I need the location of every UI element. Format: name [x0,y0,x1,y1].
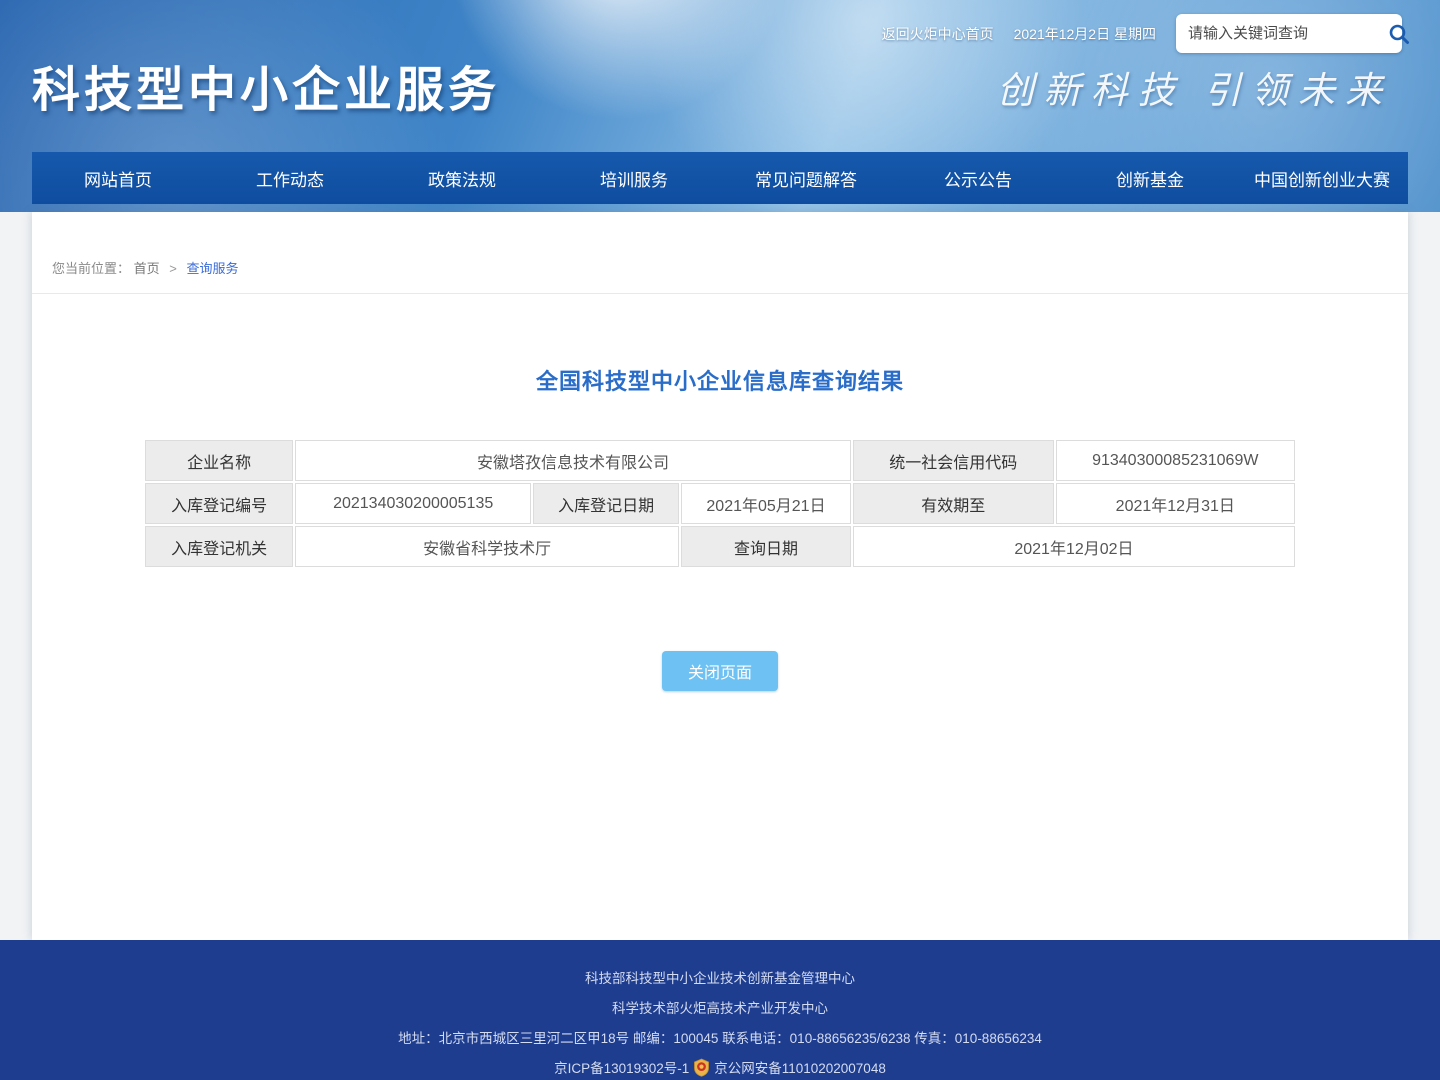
topbar: 返回火炬中心首页 2021年12月2日 星期四 [882,14,1402,53]
table-row: 企业名称安徽塔孜信息技术有限公司统一社会信用代码9134030008523106… [145,440,1295,481]
current-date: 2021年12月2日 星期四 [1014,24,1156,44]
site-title: 科技型中小企业服务 [32,50,500,120]
field-label: 入库登记机关 [145,526,293,567]
search-button[interactable] [1387,19,1411,49]
field-label: 查询日期 [681,526,851,567]
header-banner: 科技型中小企业服务 创新科技 引领未来 返回火炬中心首页 2021年12月2日 … [0,0,1440,212]
field-label: 入库登记日期 [533,483,679,524]
police-badge-icon [693,1058,710,1077]
breadcrumb: 您当前位置： 首页 > 查询服务 [32,212,1408,294]
footer-address-line: 地址：北京市西城区三里河二区甲18号 邮编：100045 联系电话：010-88… [0,1027,1440,1047]
search-box [1176,14,1402,53]
field-label: 企业名称 [145,440,293,481]
field-value: 2021年05月21日 [681,483,851,524]
nav-item-2[interactable]: 工作动态 [204,152,376,204]
search-icon [1387,22,1411,46]
nav-item-4[interactable]: 培训服务 [548,152,720,204]
icp-link[interactable]: 京ICP备13019302号-1 [554,1057,689,1077]
return-torch-home-link[interactable]: 返回火炬中心首页 [882,24,994,44]
page-title: 全国科技型中小企业信息库查询结果 [32,364,1408,396]
field-value: 2021年12月31日 [1056,483,1295,524]
breadcrumb-home-link[interactable]: 首页 [134,261,160,276]
content-panel: 您当前位置： 首页 > 查询服务 全国科技型中小企业信息库查询结果 企业名称安徽… [32,212,1408,940]
field-value: 安徽塔孜信息技术有限公司 [295,440,851,481]
result-table: 企业名称安徽塔孜信息技术有限公司统一社会信用代码9134030008523106… [143,438,1297,569]
table-row: 入库登记机关安徽省科学技术厅查询日期2021年12月02日 [145,526,1295,567]
footer-icp-line: 京ICP备13019302号-1 京公网安备11010202007048 [0,1057,1440,1077]
header-slogan: 创新科技 引领未来 [997,60,1392,114]
field-label: 入库登记编号 [145,483,293,524]
footer-org-line1: 科技部科技型中小企业技术创新基金管理中心 [0,967,1440,987]
field-value: 2021年12月02日 [853,526,1295,567]
footer-org-line2: 科学技术部火炬高技术产业开发中心 [0,997,1440,1017]
search-input[interactable] [1188,25,1387,42]
table-row: 入库登记编号202134030200005135入库登记日期2021年05月21… [145,483,1295,524]
breadcrumb-current-link[interactable]: 查询服务 [187,261,239,276]
nav-item-1[interactable]: 网站首页 [32,152,204,204]
nav-item-6[interactable]: 公示公告 [892,152,1064,204]
breadcrumb-separator: > [169,261,177,276]
field-value: 91340300085231069W [1056,440,1295,481]
field-label: 有效期至 [853,483,1054,524]
nav-item-8[interactable]: 中国创新创业大赛 [1236,152,1408,204]
field-value: 安徽省科学技术厅 [295,526,679,567]
field-label: 统一社会信用代码 [853,440,1054,481]
nav-item-7[interactable]: 创新基金 [1064,152,1236,204]
close-page-button[interactable]: 关闭页面 [662,651,778,691]
main-nav: 网站首页工作动态政策法规培训服务常见问题解答公示公告创新基金中国创新创业大赛 [32,152,1408,204]
police-record-link[interactable]: 京公网安备11010202007048 [714,1057,886,1077]
breadcrumb-prefix: 您当前位置： [52,261,130,276]
field-value: 202134030200005135 [295,483,531,524]
nav-item-3[interactable]: 政策法规 [376,152,548,204]
result-table-body: 企业名称安徽塔孜信息技术有限公司统一社会信用代码9134030008523106… [145,440,1295,567]
footer: 科技部科技型中小企业技术创新基金管理中心 科学技术部火炬高技术产业开发中心 地址… [0,940,1440,1080]
nav-item-5[interactable]: 常见问题解答 [720,152,892,204]
